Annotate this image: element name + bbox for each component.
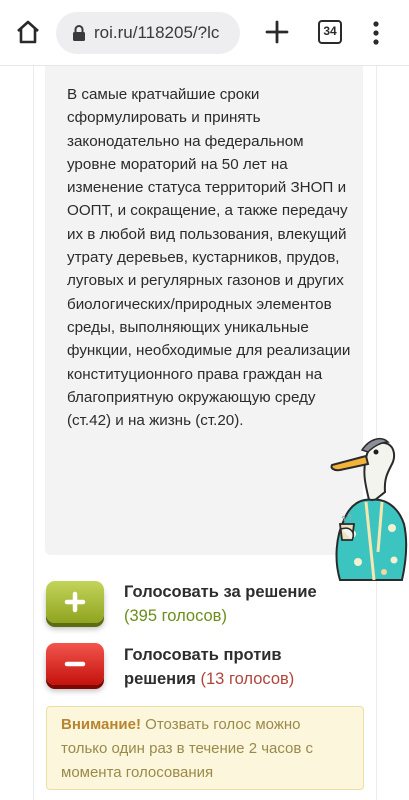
vote-for-count: (395 голосов) bbox=[124, 607, 227, 625]
home-icon[interactable] bbox=[14, 18, 42, 46]
url-text: roi.ru/118205/?lc bbox=[94, 23, 220, 42]
vote-against-label[interactable]: Голосовать против решения (13 голосов) bbox=[124, 643, 354, 691]
vote-against-button[interactable] bbox=[46, 643, 104, 685]
tabs-count-button[interactable]: 34 bbox=[318, 20, 342, 44]
minus-icon bbox=[64, 661, 86, 667]
address-bar[interactable]: roi.ru/118205/?lc bbox=[56, 12, 240, 54]
new-tab-plus-icon[interactable] bbox=[263, 18, 291, 46]
vote-notice: Внимание! Отозвать голос можно только од… bbox=[46, 706, 364, 790]
vote-for-label[interactable]: Голосовать за решение (395 голосов) bbox=[124, 580, 364, 628]
page-content: В самые кратчайшие сроки сформулировать … bbox=[0, 66, 409, 800]
petition-text: В самые кратчайшие сроки сформулировать … bbox=[67, 86, 351, 430]
petition-text-block: В самые кратчайшие сроки сформулировать … bbox=[45, 66, 363, 555]
browser-toolbar: roi.ru/118205/?lc 34 bbox=[0, 0, 409, 66]
plus-icon bbox=[64, 591, 86, 613]
vote-against-count: (13 голосов) bbox=[200, 670, 295, 688]
notice-title: Внимание! bbox=[61, 716, 141, 733]
vote-for-text: Голосовать за решение bbox=[124, 583, 317, 601]
vote-for-button[interactable] bbox=[46, 581, 104, 623]
more-vert-icon[interactable] bbox=[370, 20, 382, 46]
lock-icon bbox=[72, 25, 86, 41]
goose-in-kimono-sticker bbox=[322, 432, 409, 582]
